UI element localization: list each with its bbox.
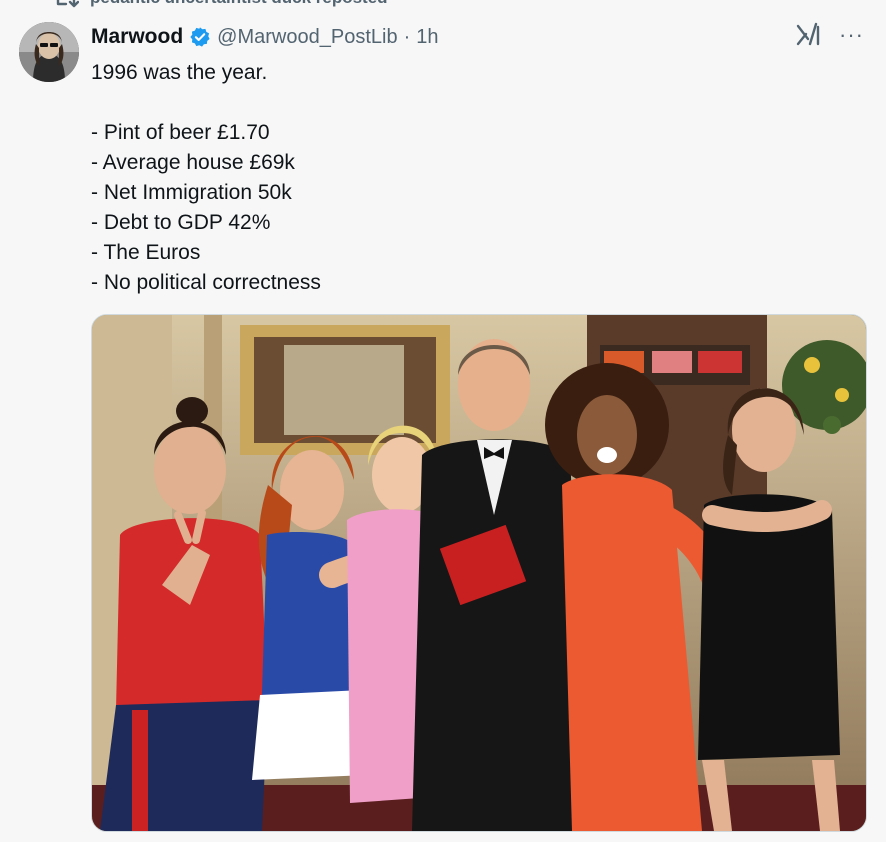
avatar-image: [19, 22, 79, 82]
grok-icon[interactable]: [795, 22, 821, 48]
author-avatar[interactable]: [19, 22, 79, 82]
tweet-line: - The Euros: [91, 241, 201, 264]
author-name[interactable]: Marwood: [91, 25, 183, 49]
tweet-line: - Pint of beer £1.70: [91, 121, 270, 144]
tweet-line: 1996 was the year.: [91, 61, 268, 84]
tweet-text: 1996 was the year. - Pint of beer £1.70 …: [91, 58, 851, 298]
tweet-media-photo[interactable]: [91, 314, 867, 832]
repost-label[interactable]: pedantic uncertaintist duck reposted: [90, 0, 388, 8]
tweet-line: - Average house £69k: [91, 151, 295, 174]
tweet-line: - Debt to GDP 42%: [91, 211, 271, 234]
repost-icon: [56, 0, 79, 8]
separator-dot: ·: [403, 25, 411, 48]
tweet-actions-top: ···: [795, 22, 864, 48]
tweet-header: Marwood @Marwood_PostLib · 1h: [91, 22, 438, 52]
post-timestamp[interactable]: 1h: [416, 26, 438, 49]
tweet-line-blank: [91, 88, 851, 118]
more-options-icon[interactable]: ···: [839, 24, 864, 46]
tweet-line: - No political correctness: [91, 271, 321, 294]
author-handle[interactable]: @Marwood_PostLib: [217, 26, 397, 49]
tweet-line: - Net Immigration 50k: [91, 181, 292, 204]
repost-header: pedantic uncertaintist duck reposted: [0, 0, 886, 16]
group-photo-image: [92, 315, 866, 831]
verified-badge-icon: [190, 27, 210, 47]
